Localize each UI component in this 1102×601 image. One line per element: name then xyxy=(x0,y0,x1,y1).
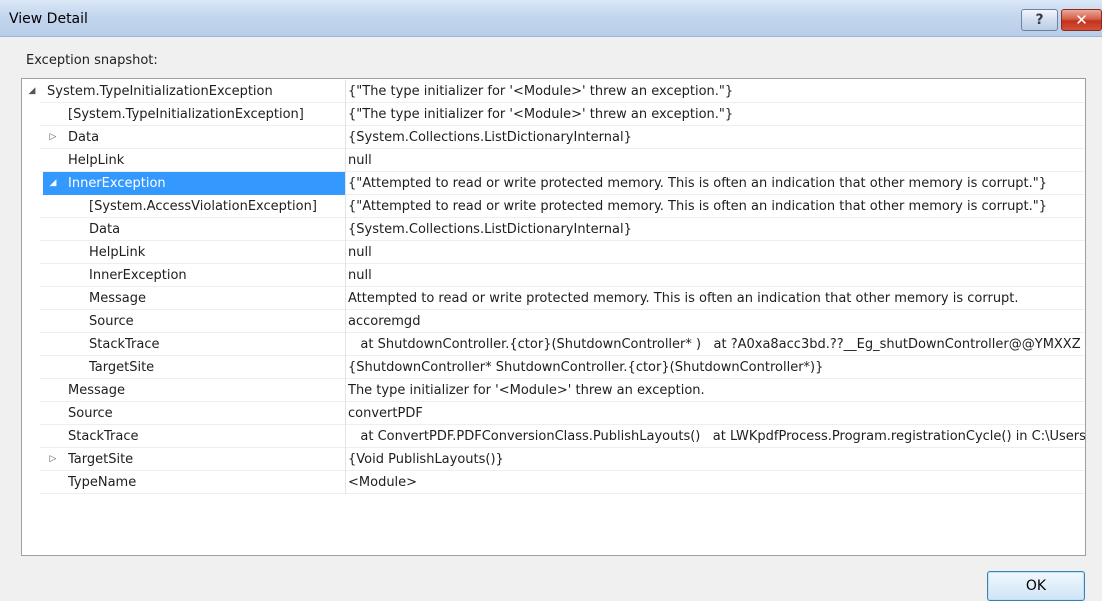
property-row[interactable]: Message Attempted to read or write protec… xyxy=(22,287,1085,310)
property-row[interactable]: HelpLink null xyxy=(22,241,1085,264)
property-row[interactable]: Message The type initializer for '<Module… xyxy=(22,379,1085,402)
property-row[interactable]: TargetSite ▷ {Void PublishLayouts()} xyxy=(22,448,1085,471)
title-bar: View Detail ? ✕ xyxy=(0,0,1102,37)
column-divider xyxy=(345,471,346,494)
property-row[interactable]: [System.AccessViolationException] {"Attem… xyxy=(22,195,1085,218)
column-divider xyxy=(345,425,346,448)
exception-snapshot-label: Exception snapshot: xyxy=(26,53,158,68)
property-value: null xyxy=(348,245,372,260)
property-name: StackTrace xyxy=(68,429,139,444)
property-name: [System.TypeInitializationException] xyxy=(68,107,304,122)
close-icon: ✕ xyxy=(1075,11,1088,29)
property-value: Attempted to read or write protected mem… xyxy=(348,291,1019,306)
property-name: TypeName xyxy=(68,475,137,490)
column-divider xyxy=(345,195,346,218)
property-name: HelpLink xyxy=(68,153,125,168)
column-divider xyxy=(345,218,346,241)
expand-arrow-icon[interactable]: ▷ xyxy=(48,454,58,464)
property-name: InnerException xyxy=(89,268,187,283)
column-divider xyxy=(345,333,346,356)
property-value: {"Attempted to read or write protected m… xyxy=(348,199,1048,214)
property-row[interactable]: Source convertPDF xyxy=(22,402,1085,425)
window-title: View Detail xyxy=(9,11,88,27)
property-row[interactable]: TargetSite {ShutdownController* ShutdownC… xyxy=(22,356,1085,379)
ok-button-label: OK xyxy=(1025,578,1047,594)
property-value: {System.Collections.ListDictionaryIntern… xyxy=(348,222,632,237)
column-divider xyxy=(345,172,346,195)
column-divider xyxy=(345,402,346,425)
column-divider xyxy=(345,80,346,103)
property-name: Source xyxy=(89,314,134,329)
property-name: Message xyxy=(89,291,146,306)
close-button[interactable]: ✕ xyxy=(1061,9,1102,31)
property-value: <Module> xyxy=(348,475,418,490)
property-name: [System.AccessViolationException] xyxy=(89,199,317,214)
property-name: Source xyxy=(68,406,113,421)
ok-button[interactable]: OK xyxy=(987,571,1085,601)
collapse-arrow-icon[interactable]: ◢ xyxy=(48,178,58,188)
property-name: StackTrace xyxy=(89,337,160,352)
property-value: {"The type initializer for '<Module>' th… xyxy=(348,107,734,122)
property-value: null xyxy=(348,153,372,168)
property-value: at ShutdownController.{ctor}(ShutdownCon… xyxy=(348,337,1081,352)
property-name: Data xyxy=(68,130,100,145)
property-name: Data xyxy=(89,222,121,237)
column-divider xyxy=(345,310,346,333)
property-name: TargetSite xyxy=(89,360,155,375)
help-button[interactable]: ? xyxy=(1021,9,1058,31)
column-divider xyxy=(345,126,346,149)
property-row[interactable]: InnerException null xyxy=(22,264,1085,287)
column-divider xyxy=(345,448,346,471)
property-row[interactable]: System.TypeInitializationException ◢ {"The… xyxy=(22,80,1085,103)
property-value: null xyxy=(348,268,372,283)
property-value: {"Attempted to read or write protected m… xyxy=(348,176,1048,191)
property-value: at ConvertPDF.PDFConversionClass.Publish… xyxy=(348,429,1085,444)
column-divider xyxy=(345,356,346,379)
property-value: {"The type initializer for '<Module>' th… xyxy=(348,84,734,99)
exception-property-grid[interactable]: System.TypeInitializationException ◢ {"The… xyxy=(21,78,1086,556)
property-row[interactable]: TypeName <Module> xyxy=(22,471,1085,494)
property-name: Message xyxy=(68,383,125,398)
property-row[interactable]: Source accoremgd xyxy=(22,310,1085,333)
column-divider xyxy=(345,103,346,126)
column-divider xyxy=(345,287,346,310)
property-row[interactable]: StackTrace at ConvertPDF.PDFConversionCl… xyxy=(22,425,1085,448)
property-row[interactable]: InnerException ◢ {"Attempted to read or wr… xyxy=(22,172,1085,195)
collapse-arrow-icon[interactable]: ◢ xyxy=(27,86,37,96)
property-value: {System.Collections.ListDictionaryIntern… xyxy=(348,130,632,145)
column-divider xyxy=(345,241,346,264)
help-icon: ? xyxy=(1035,12,1044,28)
property-name: InnerException xyxy=(43,172,345,195)
property-value: {Void PublishLayouts()} xyxy=(348,452,504,467)
property-row[interactable]: Data ▷ {System.Collections.ListDictionaryI… xyxy=(22,126,1085,149)
expand-arrow-icon[interactable]: ▷ xyxy=(48,132,58,142)
column-divider xyxy=(345,149,346,172)
property-name: HelpLink xyxy=(89,245,146,260)
property-value: accoremgd xyxy=(348,314,421,329)
property-row[interactable]: StackTrace at ShutdownController.{ctor}(… xyxy=(22,333,1085,356)
property-value: {ShutdownController* ShutdownController.… xyxy=(348,360,824,375)
property-value: The type initializer for '<Module>' thre… xyxy=(348,383,705,398)
property-row[interactable]: HelpLink null xyxy=(22,149,1085,172)
column-divider xyxy=(345,264,346,287)
column-divider xyxy=(345,379,346,402)
property-row[interactable]: [System.TypeInitializationException] {"Th… xyxy=(22,103,1085,126)
property-name: TargetSite xyxy=(68,452,134,467)
property-row[interactable]: Data {System.Collections.ListDictionaryIn… xyxy=(22,218,1085,241)
property-name: System.TypeInitializationException xyxy=(47,84,273,99)
property-value: convertPDF xyxy=(348,406,423,421)
